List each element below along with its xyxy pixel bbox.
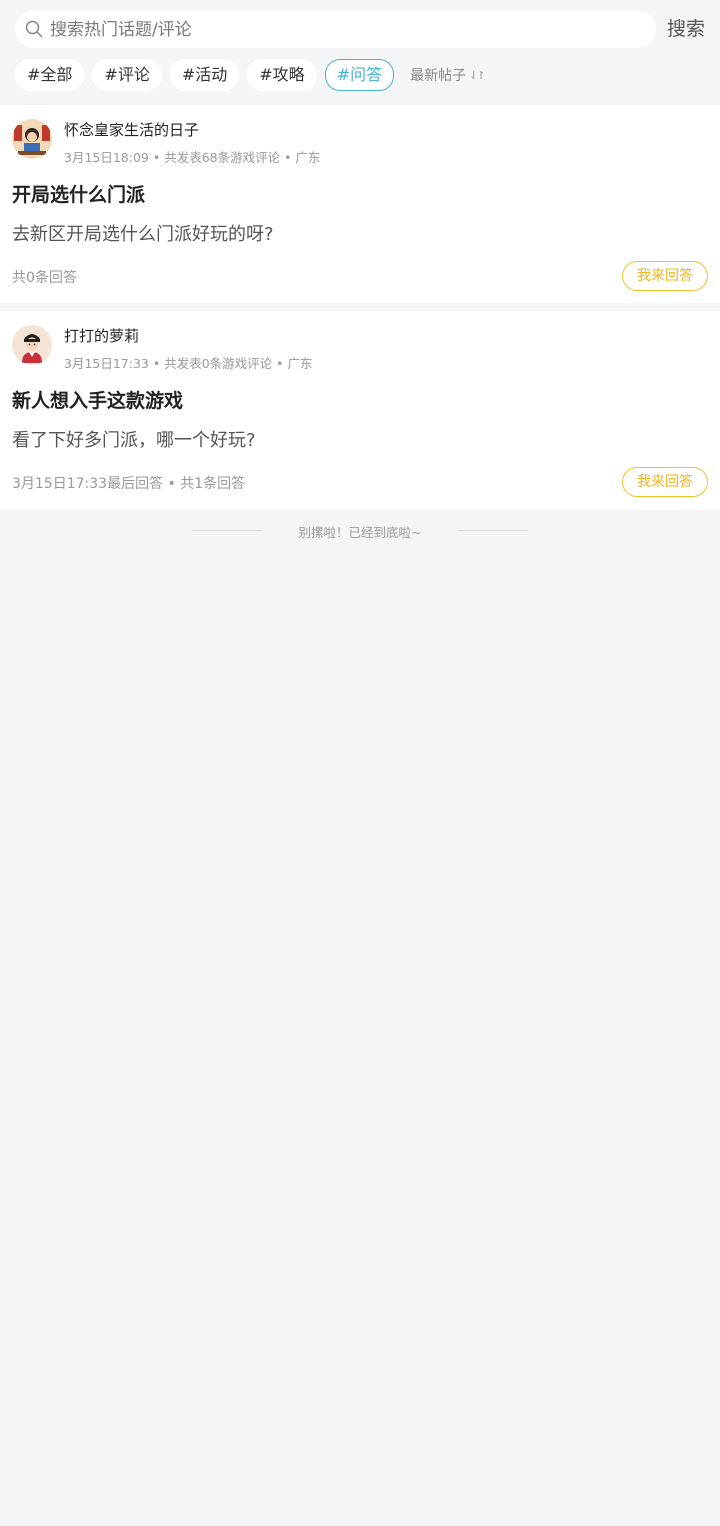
sort-label: 最新帖子 [410, 68, 467, 84]
answer-count: 共0条回答 [12, 270, 77, 286]
search-box[interactable] [15, 10, 656, 50]
search-icon [25, 20, 43, 38]
sort-toggle[interactable]: 最新帖子 ⇃↾ [410, 65, 486, 85]
search-input[interactable] [48, 10, 642, 50]
last-answer-info: 3月15日17:33最后回答 • 共1条回答 [12, 476, 246, 492]
post-card[interactable]: 怀念皇家生活的日子 3月15日18:09 • 共发表68条游戏评论 • 广东 开… [0, 105, 720, 303]
answer-button[interactable]: 我来回答 [622, 467, 708, 497]
avatar-image [12, 119, 52, 159]
tag-guides[interactable]: #攻略 [247, 59, 317, 91]
end-message: 别摞啦！已经到底啦~ [298, 525, 422, 540]
tag-events[interactable]: #活动 [169, 59, 240, 91]
avatar[interactable] [12, 325, 52, 365]
sort-arrows-icon: ⇃↾ [469, 68, 486, 82]
avatar[interactable] [12, 119, 52, 159]
username[interactable]: 怀念皇家生活的日子 [64, 119, 199, 140]
post-body[interactable]: 去新区开局选什么门派好玩的呀? [12, 220, 274, 246]
search-button[interactable]: 搜索 [667, 14, 705, 41]
answer-button[interactable]: 我来回答 [622, 261, 708, 291]
end-of-list: 别摞啦！已经到底啦~ [0, 519, 720, 543]
tag-qa[interactable]: #问答 [324, 59, 395, 91]
post-title[interactable]: 开局选什么门派 [12, 180, 145, 207]
post-title[interactable]: 新人想入手这款游戏 [12, 386, 183, 413]
divider [458, 530, 528, 531]
search-bar: 搜索 [0, 0, 720, 56]
tag-all[interactable]: #全部 [15, 59, 85, 91]
post-body[interactable]: 看了下好多门派，哪一个好玩? [12, 426, 256, 452]
post-card[interactable]: 打打的萝莉 3月15日17:33 • 共发表0条游戏评论 • 广东 新人想入手这… [0, 311, 720, 510]
post-meta: 3月15日18:09 • 共发表68条游戏评论 • 广东 [64, 150, 321, 165]
tag-filter-bar: #全部 #评论 #活动 #攻略 #问答 最新帖子 ⇃↾ [15, 59, 486, 91]
username[interactable]: 打打的萝莉 [64, 325, 139, 346]
tag-reviews[interactable]: #评论 [92, 59, 162, 91]
avatar-image [12, 325, 52, 365]
post-meta: 3月15日17:33 • 共发表0条游戏评论 • 广东 [64, 356, 313, 371]
